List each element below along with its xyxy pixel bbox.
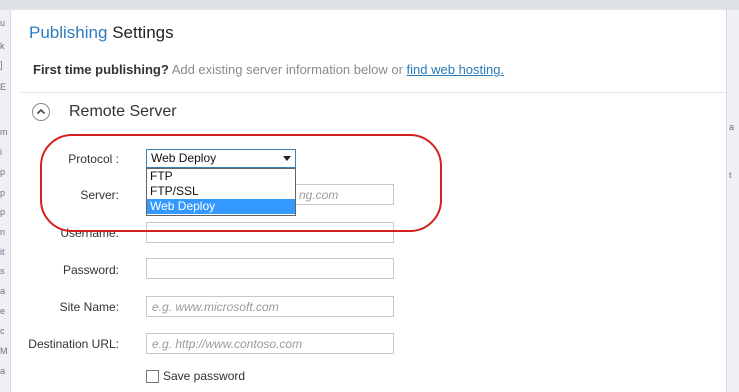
password-input[interactable] bbox=[146, 258, 394, 279]
hint-text: Add existing server information below or bbox=[171, 62, 403, 77]
annotation-highlight bbox=[40, 134, 442, 232]
divider bbox=[21, 92, 726, 93]
chevron-up-icon[interactable] bbox=[32, 103, 50, 121]
site-name-placeholder: e.g. www.microsoft.com bbox=[152, 300, 279, 314]
remote-server-section-title: Remote Server bbox=[69, 103, 177, 120]
site-name-input[interactable]: e.g. www.microsoft.com bbox=[146, 296, 394, 317]
destination-url-placeholder: e.g. http://www.contoso.com bbox=[152, 337, 303, 351]
save-password-checkbox[interactable] bbox=[146, 370, 159, 383]
find-web-hosting-link[interactable]: find web hosting. bbox=[407, 62, 505, 77]
hint-bold-text: First time publishing? bbox=[33, 62, 169, 77]
first-time-hint: First time publishing? Add existing serv… bbox=[33, 62, 504, 77]
title-text: Settings bbox=[112, 23, 174, 42]
site-name-label: Site Name: bbox=[59, 300, 119, 314]
background-left-pane: u k ] E m i p p p n it s a e c M a bbox=[0, 10, 11, 392]
destination-url-label: Destination URL: bbox=[28, 337, 119, 351]
password-label: Password: bbox=[62, 263, 119, 277]
background-right-pane: a t bbox=[726, 10, 739, 392]
save-password-label[interactable]: Save password bbox=[163, 369, 245, 383]
background-toolbar bbox=[0, 0, 739, 10]
title-accent: Publishing bbox=[29, 23, 108, 42]
page-title: Publishing Settings bbox=[29, 23, 174, 43]
destination-url-input[interactable]: e.g. http://www.contoso.com bbox=[146, 333, 394, 354]
publishing-settings-dialog: Publishing Settings First time publishin… bbox=[11, 10, 726, 392]
